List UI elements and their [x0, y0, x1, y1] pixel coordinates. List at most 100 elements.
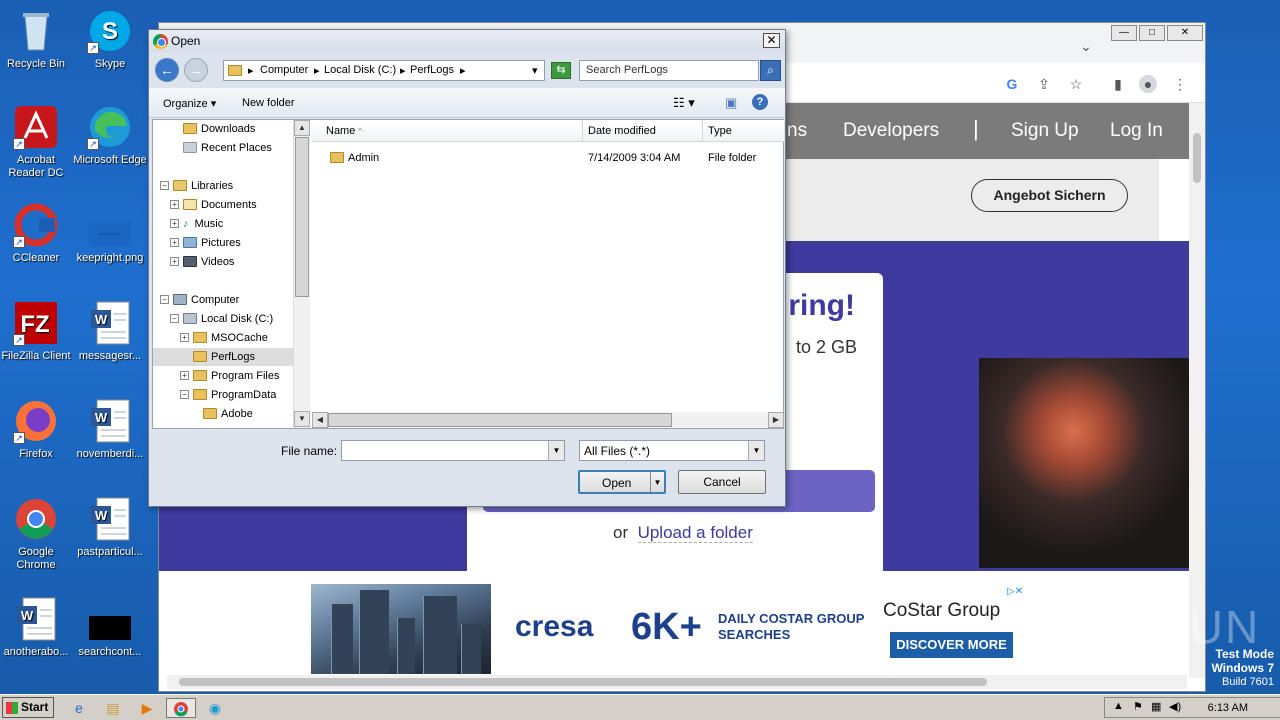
tree-item-recent-places[interactable]: Recent Places — [183, 139, 272, 157]
nav-link-developers[interactable]: Developers — [843, 120, 939, 142]
discover-more-button[interactable]: DISCOVER MORE — [890, 632, 1013, 658]
preview-pane-icon[interactable]: ▣ — [725, 95, 737, 111]
desktop-icon-acrobat[interactable]: ↗ Acrobat Reader DC — [0, 104, 74, 180]
collapse-icon[interactable]: − — [180, 390, 189, 399]
desktop-icon-searchcont[interactable]: searchcont... — [72, 596, 148, 659]
file-name-input[interactable]: ▼ — [341, 440, 565, 461]
media-player-icon[interactable]: ▶ — [136, 698, 158, 718]
ie-icon[interactable]: e — [68, 698, 90, 718]
nav-link-signup[interactable]: Sign Up — [1011, 120, 1079, 142]
tray-expand-icon[interactable]: ▲ — [1113, 700, 1124, 712]
tree-item-libraries[interactable]: Libraries — [173, 177, 233, 195]
start-button[interactable]: Start — [2, 697, 54, 718]
minimize-button[interactable]: — — [1111, 25, 1137, 41]
file-list-hscroll[interactable]: ◀ ▶ — [312, 412, 784, 428]
scroll-left-icon[interactable]: ◀ — [312, 412, 328, 428]
desktop-icon-messagesr[interactable]: W messagesr... — [72, 300, 148, 363]
expand-icon[interactable]: + — [170, 238, 179, 247]
explorer-icon[interactable]: ▤ — [102, 698, 124, 718]
desktop-icon-anotherabo[interactable]: W anotherabo... — [0, 596, 74, 659]
file-type-select[interactable]: All Files (*.*) ▼ — [579, 440, 765, 461]
column-header-type[interactable]: Type — [703, 120, 784, 142]
tree-scrollbar[interactable]: ▲ ▼ — [293, 120, 310, 428]
tree-item-videos[interactable]: Videos — [183, 253, 234, 271]
breadcrumb-perflogs[interactable]: PerfLogs — [410, 64, 454, 76]
search-icon[interactable]: ⌕ — [760, 60, 781, 81]
desktop-icon-chrome[interactable]: Google Chrome — [0, 496, 74, 572]
expand-icon[interactable]: + — [170, 257, 179, 266]
expand-icon[interactable]: + — [180, 333, 189, 342]
tree-item-msocache[interactable]: MSOCache — [193, 329, 268, 347]
desktop-icon-recycle-bin[interactable]: Recycle Bin — [0, 8, 74, 71]
maximize-button[interactable]: □ — [1139, 25, 1165, 41]
collapse-icon[interactable]: − — [160, 181, 169, 190]
desktop-icon-firefox[interactable]: ↗ Firefox — [0, 398, 74, 461]
taskbar-chrome-button[interactable] — [166, 698, 196, 718]
scroll-thumb[interactable] — [295, 137, 309, 297]
split-arrow-icon[interactable]: ▼ — [650, 472, 664, 492]
google-lens-icon[interactable]: G — [1003, 75, 1021, 93]
tab-search-icon[interactable]: ⌄ — [1077, 37, 1095, 55]
address-dropdown-icon[interactable]: ▾ — [532, 64, 538, 77]
scroll-up-icon[interactable]: ▲ — [294, 120, 310, 136]
collapse-icon[interactable]: − — [160, 295, 169, 304]
chevron-down-icon[interactable]: ▼ — [548, 441, 564, 460]
upload-folder-link[interactable]: Upload a folder — [637, 523, 753, 543]
desktop-icon-skype[interactable]: S ↗ Skype — [72, 8, 148, 71]
new-folder-button[interactable]: New folder — [242, 97, 295, 109]
view-options-icon[interactable]: ☷ ▾ — [673, 95, 695, 111]
tree-item-music[interactable]: ♪ Music — [183, 215, 223, 233]
scroll-right-icon[interactable]: ▶ — [768, 412, 784, 428]
help-icon[interactable]: ? — [752, 94, 768, 110]
breadcrumb-computer[interactable]: Computer — [260, 64, 308, 76]
column-header-name[interactable]: Name ^ — [312, 120, 583, 142]
page-vertical-scrollbar[interactable] — [1189, 103, 1205, 678]
desktop-icon-novemberdi[interactable]: W novemberdi... — [72, 398, 148, 461]
tree-item-perflogs[interactable]: PerfLogs — [153, 348, 293, 366]
nav-link-plans[interactable]: ns — [787, 120, 807, 142]
edge-icon[interactable]: ◉ — [204, 698, 226, 718]
cancel-button[interactable]: Cancel — [678, 470, 766, 494]
breadcrumb-local-disk[interactable]: Local Disk (C:) — [324, 64, 396, 76]
ad-choices-icon[interactable]: ▷✕ — [1007, 586, 1035, 600]
action-center-icon[interactable]: ⚑ — [1133, 700, 1143, 713]
organize-button[interactable]: Organize ▾ — [163, 97, 216, 110]
desktop-icon-edge[interactable]: ↗ Microsoft Edge — [72, 104, 148, 167]
desktop-icon-keepright[interactable]: keepright.png — [72, 202, 148, 265]
desktop-icon-pastparticul[interactable]: W pastparticul... — [72, 496, 148, 559]
tree-item-downloads[interactable]: Downloads — [183, 120, 255, 138]
expand-icon[interactable]: + — [170, 200, 179, 209]
volume-icon[interactable]: ◀) — [1169, 700, 1181, 713]
column-header-date[interactable]: Date modified — [583, 120, 703, 142]
tree-item-adobe[interactable]: Adobe — [203, 405, 253, 423]
expand-icon[interactable]: + — [170, 219, 179, 228]
profile-avatar-icon[interactable]: ● — [1139, 75, 1157, 93]
side-panel-icon[interactable]: ▮ — [1109, 75, 1127, 93]
network-icon[interactable]: ▦ — [1151, 700, 1161, 713]
tree-item-computer[interactable]: Computer — [173, 291, 239, 309]
menu-kebab-icon[interactable]: ⋮ — [1171, 75, 1189, 93]
chevron-down-icon[interactable]: ▼ — [748, 441, 764, 460]
page-horizontal-scrollbar[interactable] — [167, 675, 1187, 689]
nav-link-login[interactable]: Log In — [1110, 120, 1163, 142]
desktop-icon-ccleaner[interactable]: ↗ CCleaner — [0, 202, 74, 265]
tree-item-documents[interactable]: Documents — [183, 196, 257, 214]
open-button[interactable]: Open ▼ — [578, 470, 666, 494]
clock[interactable]: 6:13 AM — [1208, 702, 1248, 714]
refresh-icon[interactable]: ⇆ — [551, 62, 571, 79]
bookmark-star-icon[interactable]: ☆ — [1067, 75, 1085, 93]
tree-item-pictures[interactable]: Pictures — [183, 234, 241, 252]
tree-item-program-files[interactable]: Program Files — [193, 367, 279, 385]
desktop-icon-filezilla[interactable]: FZ ↗ FileZilla Client — [0, 300, 74, 363]
back-arrow-icon[interactable]: ← — [155, 58, 179, 82]
scroll-thumb[interactable] — [328, 413, 672, 427]
tree-item-programdata[interactable]: ProgramData — [193, 386, 276, 404]
file-row[interactable]: Admin 7/14/2009 3:04 AM File folder — [312, 148, 782, 168]
expand-icon[interactable]: + — [180, 371, 189, 380]
dialog-close-button[interactable]: ✕ — [763, 33, 780, 48]
search-input[interactable]: Search PerfLogs — [579, 60, 759, 81]
forward-arrow-icon[interactable]: → — [184, 58, 208, 82]
angebot-button[interactable]: Angebot Sichern — [971, 179, 1128, 212]
scroll-down-icon[interactable]: ▼ — [294, 411, 310, 427]
collapse-icon[interactable]: − — [170, 314, 179, 323]
